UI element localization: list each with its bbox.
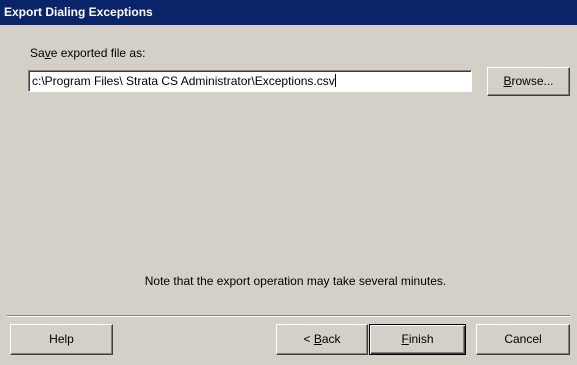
button-separator-highlight <box>7 316 570 317</box>
help-button[interactable]: Help <box>10 324 113 355</box>
dialog-title-bar[interactable]: Export Dialing Exceptions <box>0 0 577 25</box>
save-file-label: Save exported file as: <box>30 46 146 60</box>
export-dialog: Export Dialing Exceptions Save exported … <box>0 0 577 365</box>
finish-button[interactable]: Finish <box>369 324 466 355</box>
dialog-title: Export Dialing Exceptions <box>4 5 153 19</box>
browse-button[interactable]: Browse... <box>487 67 570 96</box>
file-path-value: c:\Program Files\ Strata CS Administrato… <box>32 74 335 88</box>
file-path-input[interactable]: c:\Program Files\ Strata CS Administrato… <box>28 70 472 92</box>
text-caret <box>334 74 336 87</box>
export-note: Note that the export operation may take … <box>144 274 447 288</box>
dialog-body: Save exported file as: c:\Program Files\… <box>0 25 577 365</box>
cancel-button[interactable]: Cancel <box>476 324 570 355</box>
back-button[interactable]: < Back <box>276 324 368 355</box>
